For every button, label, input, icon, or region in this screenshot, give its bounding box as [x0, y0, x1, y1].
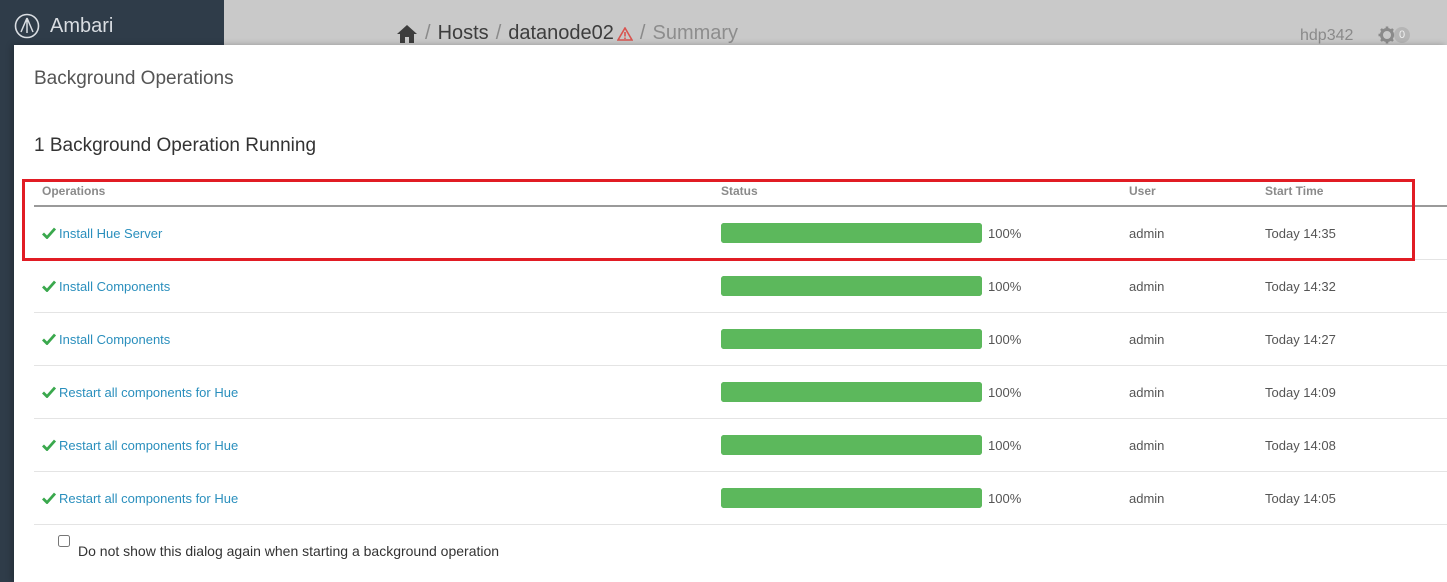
dont-show-again-option[interactable]: Do not show this dialog again when start… [58, 535, 499, 559]
progress-percent: 100% [988, 437, 1022, 453]
progress-percent: 100% [988, 225, 1022, 241]
background-operations-modal: Background Operations 1 Background Opera… [14, 45, 1447, 582]
user-cell: admin [1129, 437, 1165, 453]
operation-link[interactable]: Install Components [42, 332, 721, 347]
operation-name: Install Hue Server [59, 225, 163, 241]
table-body: Install Hue Server 100% admin Today 14:3… [34, 207, 1447, 525]
operation-cell: Restart all components for Hue [34, 438, 721, 453]
progress-bar [721, 223, 982, 243]
progress-bar-fill [721, 435, 982, 455]
dont-show-again-checkbox[interactable] [58, 535, 70, 547]
start-time-cell: Today 14:32 [1265, 278, 1336, 294]
ambari-logo-icon [14, 13, 40, 39]
start-time-cell: Today 14:09 [1265, 384, 1336, 400]
check-icon [42, 492, 56, 504]
operation-cell: Install Hue Server [34, 226, 721, 241]
brand[interactable]: Ambari [14, 13, 113, 39]
progress-bar [721, 488, 982, 508]
operation-link[interactable]: Install Hue Server [42, 226, 721, 241]
operation-name: Restart all components for Hue [59, 490, 239, 506]
check-icon [42, 439, 56, 451]
start-time-cell: Today 14:35 [1265, 225, 1336, 241]
brand-name: Ambari [50, 14, 114, 37]
progress-bar [721, 329, 982, 349]
breadcrumb-hosts[interactable]: Hosts [438, 22, 489, 45]
warning-icon[interactable] [616, 26, 633, 41]
user-cell: admin [1129, 225, 1165, 241]
header-operations: Operations [42, 184, 106, 198]
table-header: Operations Status User Start Time [34, 177, 1447, 207]
status-cell: 100% [721, 435, 1129, 455]
alert-count-badge: 0 [1394, 27, 1410, 43]
check-icon [42, 280, 56, 292]
dont-show-again-label: Do not show this dialog again when start… [78, 543, 500, 559]
operation-cell: Restart all components for Hue [34, 385, 721, 400]
table-row: Install Components 100% admin Today 14:2… [34, 313, 1447, 366]
table-row: Install Hue Server 100% admin Today 14:3… [34, 207, 1447, 260]
header-user: User [1129, 184, 1156, 198]
operation-link[interactable]: Install Components [42, 279, 721, 294]
header-start-time: Start Time [1265, 184, 1324, 198]
user-cell: admin [1129, 384, 1165, 400]
header-status: Status [721, 184, 758, 198]
start-time-cell: Today 14:05 [1265, 490, 1336, 506]
table-row: Restart all components for Hue 100% admi… [34, 419, 1447, 472]
running-count-title: 1 Background Operation Running [34, 135, 317, 156]
breadcrumb: / Hosts / datanode02 / Summary [396, 22, 738, 45]
progress-bar-fill [721, 223, 982, 243]
operation-link[interactable]: Restart all components for Hue [42, 385, 721, 400]
operations-table: Operations Status User Start Time Instal… [34, 177, 1447, 525]
breadcrumb-separator: / [639, 22, 646, 44]
user-cell: admin [1129, 331, 1165, 347]
progress-bar [721, 382, 982, 402]
status-cell: 100% [721, 223, 1129, 243]
table-row: Restart all components for Hue 100% admi… [34, 366, 1447, 419]
start-time-cell: Today 14:27 [1265, 331, 1336, 347]
progress-bar-fill [721, 276, 982, 296]
breadcrumb-separator: / [495, 22, 502, 44]
operation-cell: Install Components [34, 279, 721, 294]
progress-bar-fill [721, 488, 982, 508]
status-cell: 100% [721, 329, 1129, 349]
breadcrumb-separator: / [425, 22, 431, 44]
status-cell: 100% [721, 488, 1129, 508]
progress-percent: 100% [988, 278, 1022, 294]
operation-cell: Restart all components for Hue [34, 491, 721, 506]
progress-percent: 100% [988, 490, 1022, 506]
operation-name: Install Components [59, 278, 171, 294]
user-cell: admin [1129, 490, 1165, 506]
progress-bar-fill [721, 329, 982, 349]
breadcrumb-host[interactable]: datanode02 [508, 22, 614, 45]
status-cell: 100% [721, 276, 1129, 296]
cluster-name: hdp342 [1300, 27, 1354, 44]
progress-bar [721, 435, 982, 455]
start-time-cell: Today 14:08 [1265, 437, 1336, 453]
progress-bar [721, 276, 982, 296]
table-row: Install Components 100% admin Today 14:3… [34, 260, 1447, 313]
operation-link[interactable]: Restart all components for Hue [42, 491, 721, 506]
operation-name: Install Components [59, 331, 171, 347]
check-icon [42, 386, 56, 398]
background-ops-indicator[interactable]: 0 [1378, 26, 1410, 44]
operation-cell: Install Components [34, 332, 721, 347]
check-icon [42, 333, 56, 345]
operation-link[interactable]: Restart all components for Hue [42, 438, 721, 453]
check-icon [42, 227, 56, 239]
table-row: Restart all components for Hue 100% admi… [34, 472, 1447, 525]
operation-name: Restart all components for Hue [59, 384, 239, 400]
progress-percent: 100% [988, 384, 1022, 400]
home-icon[interactable] [396, 24, 418, 44]
progress-percent: 100% [988, 331, 1022, 347]
progress-bar-fill [721, 382, 982, 402]
operation-name: Restart all components for Hue [59, 437, 239, 453]
status-cell: 100% [721, 382, 1129, 402]
modal-title: Background Operations [34, 68, 234, 89]
user-cell: admin [1129, 278, 1165, 294]
breadcrumb-page: Summary [652, 22, 739, 44]
